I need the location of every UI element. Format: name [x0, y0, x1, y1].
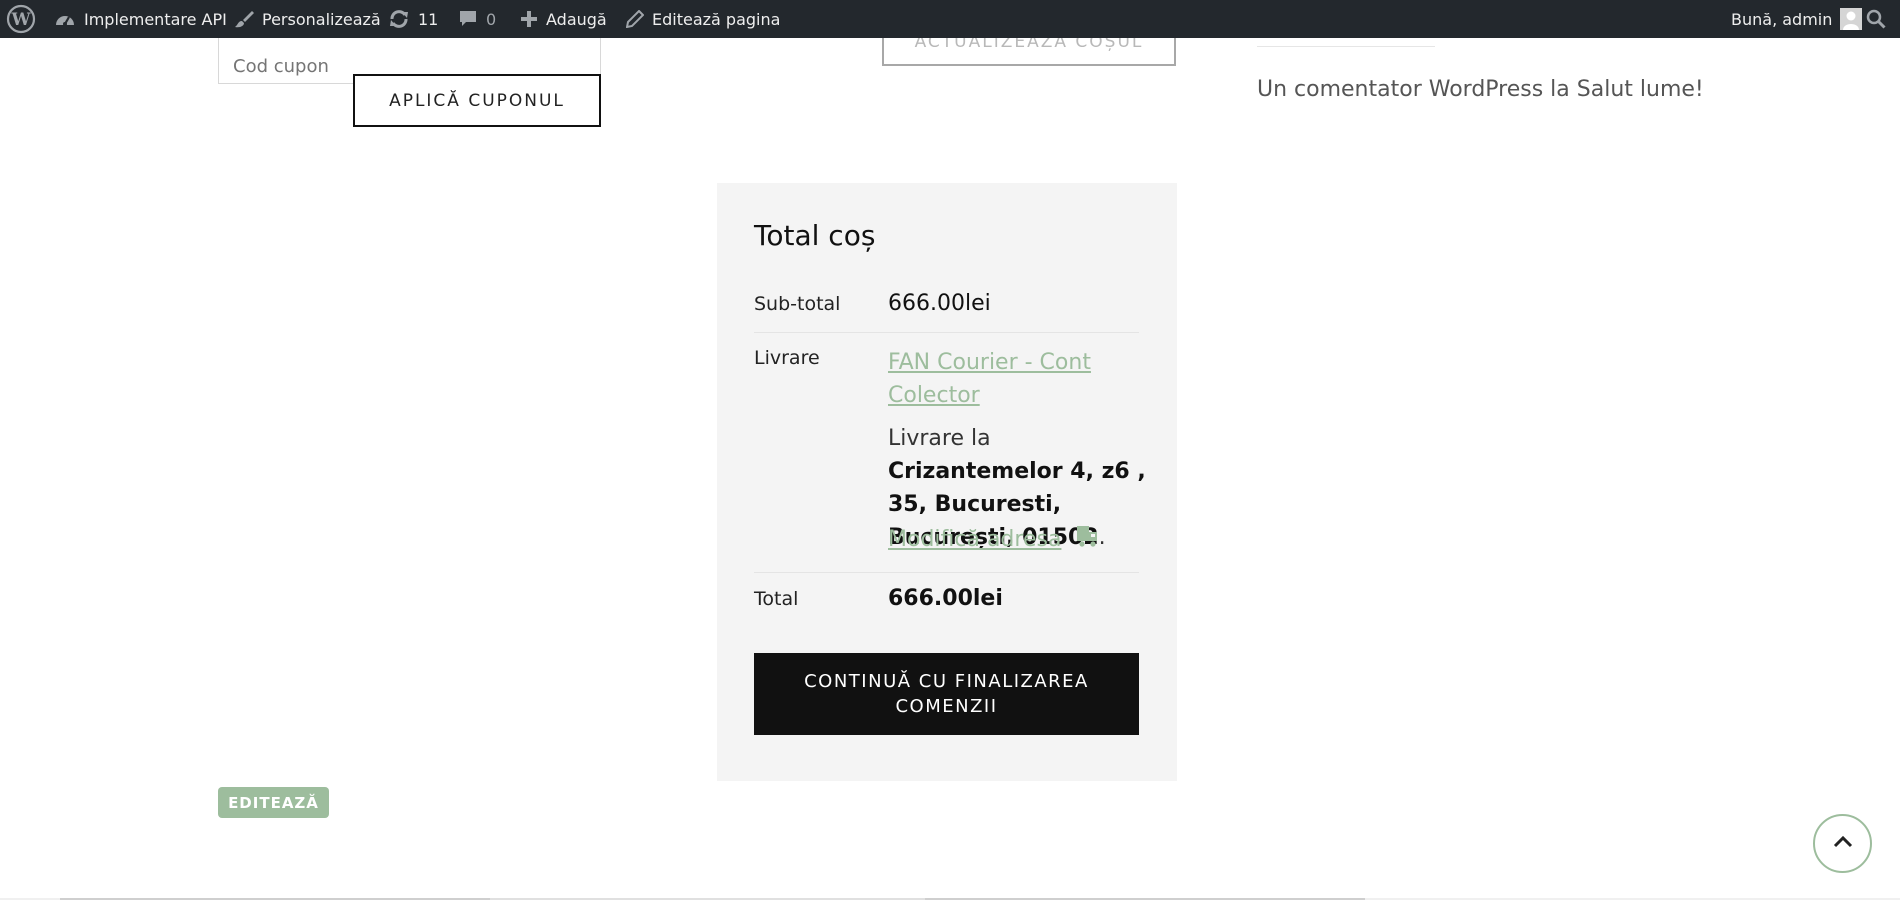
brush-icon	[234, 9, 254, 29]
admin-bar: W Implementare API Personalizează 11 0 A…	[0, 0, 1900, 38]
subtotal-label: Sub-total	[754, 293, 841, 315]
avatar	[1840, 8, 1863, 30]
greeting-label: Bună, admin	[1731, 9, 1833, 29]
total-label: Total	[754, 588, 799, 610]
chevron-up-icon	[1831, 830, 1855, 858]
wordpress-menu[interactable]: W	[6, 0, 36, 38]
recent-comment-item: Un comentator WordPress la Salut lume!	[1257, 77, 1704, 102]
truck-icon	[1075, 524, 1099, 554]
updates-count: 11	[418, 9, 439, 29]
new-content-menu[interactable]: Adaugă	[520, 0, 607, 38]
update-cart-button[interactable]: ACTUALIZEAZĂ COȘUL	[882, 38, 1176, 66]
edit-page-label: Editează pagina	[652, 9, 781, 29]
shipping-method-link[interactable]: FAN Courier - Cont Colector	[888, 346, 1118, 412]
cart-totals-title: Total coș	[754, 219, 876, 252]
edit-page-link[interactable]: Editează pagina	[626, 0, 780, 38]
search-toggle[interactable]	[1866, 0, 1886, 38]
comments-count: 0	[486, 9, 497, 29]
total-value: 666.00lei	[888, 586, 1003, 611]
subtotal-value: 666.00lei	[888, 291, 991, 316]
plus-icon	[520, 10, 538, 28]
pencil-icon	[626, 10, 644, 28]
change-address-link[interactable]: Modifică adresa	[888, 524, 1099, 554]
my-account-menu[interactable]: Bună, admin	[1731, 0, 1863, 38]
site-name-menu[interactable]: Implementare API	[54, 0, 227, 38]
svg-text:W: W	[10, 10, 31, 30]
shipping-label: Livrare	[754, 347, 820, 369]
row-divider	[754, 572, 1139, 573]
change-address-label: Modifică adresa	[888, 526, 1062, 552]
dashboard-icon	[54, 10, 76, 28]
proceed-to-checkout-button[interactable]: CONTINUĂ CU FINALIZAREA COMENZII	[754, 653, 1139, 735]
comment-icon	[458, 9, 478, 29]
customize-link[interactable]: Personalizează	[234, 0, 381, 38]
refresh-icon	[388, 8, 410, 30]
recent-comment-link[interactable]: Un comentator WordPress la Salut lume!	[1257, 77, 1704, 102]
widget-divider	[1257, 46, 1435, 47]
wordpress-icon: W	[6, 4, 36, 34]
page-content: APLICĂ CUPONUL ACTUALIZEAZĂ COȘUL Un com…	[0, 38, 1900, 900]
edit-page-badge[interactable]: EDITEAZĂ	[218, 787, 329, 818]
scroll-to-top-button[interactable]	[1813, 814, 1872, 873]
shipping-destination-suffix: .	[1098, 525, 1106, 550]
search-icon	[1866, 9, 1886, 29]
site-name-label: Implementare API	[84, 9, 227, 29]
new-content-label: Adaugă	[546, 9, 607, 29]
updates-link[interactable]: 11	[388, 0, 438, 38]
apply-coupon-button[interactable]: APLICĂ CUPONUL	[353, 74, 601, 127]
customize-label: Personalizează	[262, 9, 381, 29]
shipping-destination-prefix: Livrare la	[888, 426, 991, 451]
row-divider	[754, 332, 1139, 333]
cart-totals: Total coș Sub-total 666.00lei Livrare FA…	[717, 183, 1177, 781]
comments-link[interactable]: 0	[458, 0, 496, 38]
